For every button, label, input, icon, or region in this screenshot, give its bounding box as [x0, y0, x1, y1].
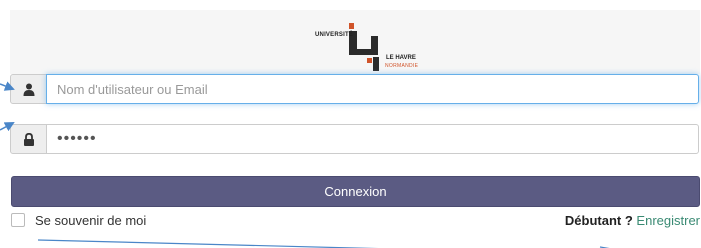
- username-addon: [10, 74, 47, 104]
- university-logo: UNIVERSITÉ LE HAVRE NORMANDIE: [315, 20, 435, 72]
- connexion-button[interactable]: Connexion: [11, 176, 700, 207]
- password-addon: [10, 124, 47, 154]
- password-input[interactable]: ••••••: [46, 124, 699, 154]
- remember-checkbox[interactable]: [11, 213, 25, 227]
- arrow-to-register: [37, 239, 379, 248]
- logo-text-universite: UNIVERSITÉ: [315, 32, 354, 38]
- logo-header: UNIVERSITÉ LE HAVRE NORMANDIE: [10, 10, 700, 74]
- lock-icon: [24, 133, 34, 146]
- password-mask: ••••••: [57, 130, 97, 147]
- user-icon: [23, 83, 35, 96]
- username-input[interactable]: [46, 74, 699, 104]
- username-group: [10, 74, 699, 104]
- logo-text-normandie: NORMANDIE: [385, 63, 419, 69]
- register-area: Débutant ? Enregistrer: [565, 213, 700, 228]
- login-panel: UNIVERSITÉ LE HAVRE NORMANDIE •••••• Con…: [0, 0, 701, 248]
- remember-label: Se souvenir de moi: [35, 213, 147, 228]
- register-link[interactable]: Enregistrer: [636, 213, 700, 228]
- logo-text-le-havre: LE HAVRE: [386, 55, 416, 61]
- password-group: ••••••: [10, 124, 699, 154]
- newbie-label: Débutant ?: [564, 213, 633, 228]
